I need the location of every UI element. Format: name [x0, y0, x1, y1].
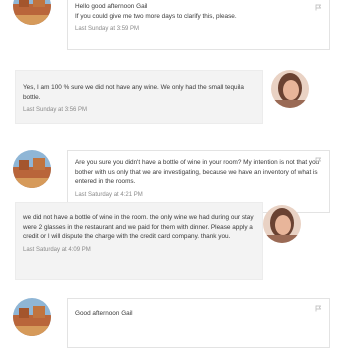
message-text: Good afternoon Gail: [75, 310, 133, 317]
message-thread: Hello good afternoon Gail If you could g…: [0, 0, 348, 348]
host-avatar[interactable]: [13, 0, 51, 25]
message-bubble: Yes, I am 100 % sure we did not have any…: [15, 70, 263, 124]
message-text: we did not have a bottle of wine in the …: [23, 214, 254, 241]
message-host: Good afternoon Gail: [0, 296, 348, 348]
message-bubble: we did not have a bottle of wine in the …: [15, 202, 263, 280]
host-avatar[interactable]: [13, 298, 51, 336]
message-host: Hello good afternoon Gail If you could g…: [0, 0, 348, 55]
message-text: Are you sure you didn't have a bottle of…: [75, 159, 320, 186]
guest-avatar[interactable]: [263, 205, 301, 243]
guest-avatar[interactable]: [271, 70, 309, 108]
flag-icon[interactable]: [315, 4, 322, 11]
message-text: Yes, I am 100 % sure we did not have any…: [23, 84, 244, 101]
host-avatar[interactable]: [13, 150, 51, 188]
message-timestamp: Last Saturday at 4:21 PM: [75, 191, 143, 198]
message-guest: Yes, I am 100 % sure we did not have any…: [0, 68, 348, 126]
message-timestamp: Last Sunday at 3:59 PM: [75, 26, 140, 33]
message-bubble: Good afternoon Gail: [67, 298, 330, 348]
flag-icon[interactable]: [315, 305, 322, 312]
flag-icon[interactable]: [315, 157, 322, 164]
message-text: Hello good afternoon Gail If you could g…: [75, 3, 237, 20]
message-timestamp: Last Sunday at 3:56 PM: [23, 107, 88, 114]
message-timestamp: Last Saturday at 4:09 PM: [23, 246, 91, 253]
message-guest: we did not have a bottle of wine in the …: [0, 202, 348, 282]
message-bubble: Hello good afternoon Gail If you could g…: [67, 0, 330, 50]
